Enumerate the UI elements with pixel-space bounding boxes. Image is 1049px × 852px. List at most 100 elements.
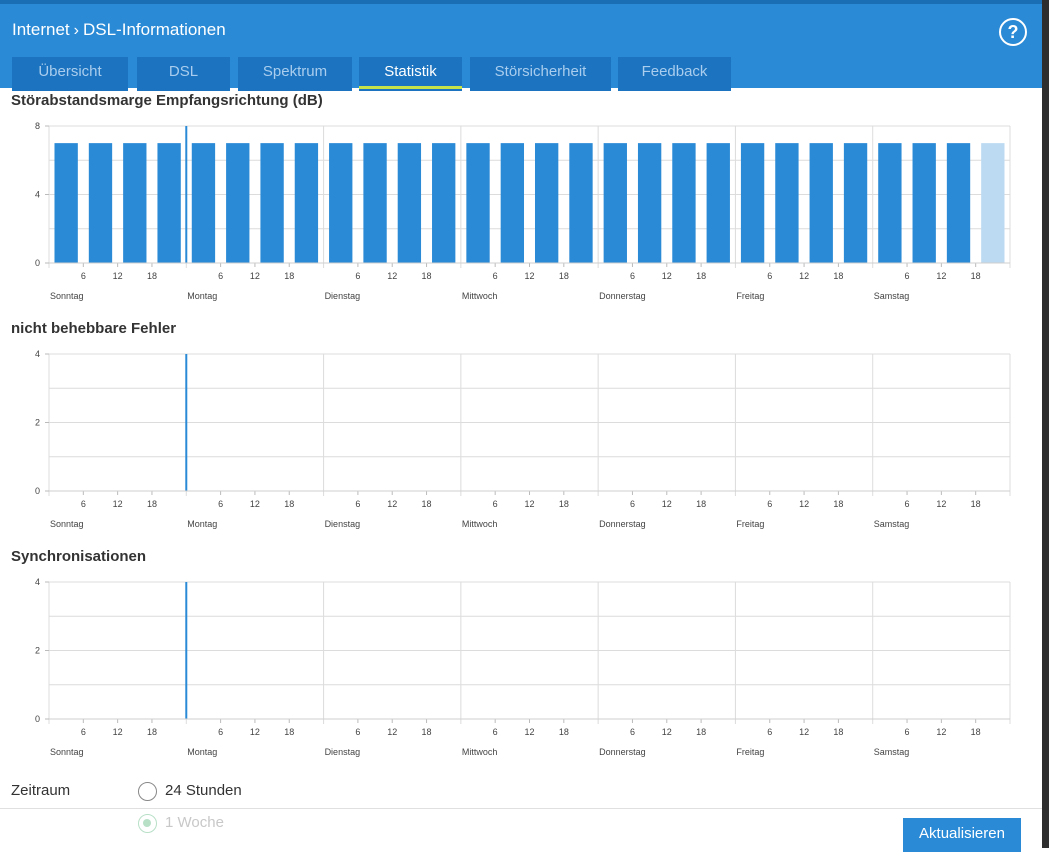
bar [637, 143, 662, 263]
day-label: Samstag [874, 519, 910, 529]
bar [569, 143, 593, 263]
x-tick-label: 18 [147, 499, 157, 509]
day-label: Samstag [874, 291, 910, 301]
bar [500, 143, 525, 263]
bar [878, 143, 902, 263]
x-tick-label: 18 [833, 727, 843, 737]
x-tick-label: 6 [905, 499, 910, 509]
x-tick-label: 6 [630, 499, 635, 509]
x-tick-label: 12 [113, 271, 123, 281]
day-label: Montag [187, 747, 217, 757]
x-tick-label: 18 [971, 271, 981, 281]
x-tick-label: 18 [696, 271, 706, 281]
chevron-right-icon: › [73, 22, 79, 39]
bar [843, 143, 868, 263]
x-tick-label: 18 [147, 271, 157, 281]
x-tick-label: 6 [81, 727, 86, 737]
bar [740, 143, 765, 263]
help-icon[interactable]: ? [999, 18, 1027, 46]
y-tick-label: 2 [35, 646, 40, 656]
tab-uebersicht[interactable]: Übersicht [12, 57, 128, 91]
errors-chart-title: nicht behebbare Fehler [11, 320, 177, 337]
tab-stoersicherheit[interactable]: Störsicherheit [470, 57, 611, 91]
x-tick-label: 6 [767, 499, 772, 509]
sync-chart: 0246 12 18Sonntag6 12 18Montag6 12 18Dienstag6… [35, 577, 1011, 757]
x-tick-label: 12 [662, 727, 672, 737]
day-label: Sonntag [50, 747, 84, 757]
y-tick-label: 0 [35, 258, 40, 268]
x-tick-label: 6 [767, 271, 772, 281]
window-edge [1042, 0, 1049, 848]
x-tick-label: 12 [250, 271, 260, 281]
snr-chart-title: Störabstandsmarge Empfangsrichtung (dB) [11, 92, 323, 109]
bar [397, 143, 422, 263]
x-tick-label: 12 [113, 727, 123, 737]
bar [534, 143, 559, 263]
x-tick-label: 12 [387, 271, 397, 281]
day-label: Donnerstag [599, 291, 646, 301]
aktualisieren-button[interactable]: Aktualisieren [903, 818, 1021, 852]
x-tick-label: 6 [493, 499, 498, 509]
bar [363, 143, 387, 263]
x-tick-label: 6 [218, 271, 223, 281]
day-label: Dienstag [325, 519, 361, 529]
x-tick-label: 18 [696, 499, 706, 509]
radio-1-woche[interactable] [138, 814, 157, 833]
day-label: Mittwoch [462, 747, 498, 757]
x-tick-label: 12 [524, 271, 534, 281]
bar [775, 143, 799, 263]
x-tick-label: 12 [113, 499, 123, 509]
snr-chart: 0486 12 18Sonntag6 12 18Montag6 12 18Dienstag6… [35, 121, 1011, 301]
x-tick-label: 18 [422, 499, 432, 509]
x-tick-label: 6 [630, 727, 635, 737]
x-tick-label: 18 [284, 727, 294, 737]
x-tick-label: 18 [696, 727, 706, 737]
x-tick-label: 12 [936, 271, 946, 281]
x-tick-label: 12 [936, 727, 946, 737]
tab-dsl[interactable]: DSL [137, 57, 230, 91]
bar [123, 143, 147, 263]
bar [294, 143, 319, 263]
day-label: Sonntag [50, 519, 84, 529]
y-tick-label: 4 [35, 349, 40, 359]
breadcrumb-internet[interactable]: Internet [12, 20, 70, 40]
x-tick-label: 12 [662, 271, 672, 281]
radio-24-stunden[interactable] [138, 782, 157, 801]
zeitraum-label: Zeitraum [11, 782, 71, 799]
y-tick-label: 0 [35, 714, 40, 724]
y-tick-label: 8 [35, 121, 40, 131]
bar [706, 143, 730, 263]
sync-chart-title: Synchronisationen [11, 548, 147, 565]
radio-24-stunden-label[interactable]: 24 Stunden [165, 782, 242, 799]
bar [603, 143, 627, 263]
day-label: Freitag [736, 291, 764, 301]
tab-statistik[interactable]: Statistik [359, 57, 462, 91]
radio-1-woche-label[interactable]: 1 Woche [165, 814, 224, 831]
day-label: Freitag [736, 747, 764, 757]
x-tick-label: 6 [81, 271, 86, 281]
x-tick-label: 12 [799, 727, 809, 737]
x-tick-label: 18 [971, 499, 981, 509]
tab-feedback[interactable]: Feedback [618, 57, 731, 91]
x-tick-label: 6 [355, 271, 360, 281]
x-tick-label: 6 [218, 727, 223, 737]
day-label: Montag [187, 519, 217, 529]
x-tick-label: 6 [493, 271, 498, 281]
day-label: Sonntag [50, 291, 84, 301]
x-tick-label: 6 [355, 727, 360, 737]
bar-current [981, 143, 1005, 263]
errors-chart: 0246 12 18Sonntag6 12 18Montag6 12 18Dienstag6… [35, 349, 1011, 529]
day-label: Montag [187, 291, 217, 301]
y-tick-label: 4 [35, 577, 40, 587]
bar [809, 143, 833, 263]
x-tick-label: 6 [493, 727, 498, 737]
app-frame: Internet › DSL-Informationen ? Übersicht D… [0, 0, 1049, 852]
x-tick-label: 6 [630, 271, 635, 281]
x-tick-label: 6 [218, 499, 223, 509]
x-tick-label: 18 [559, 271, 569, 281]
x-tick-label: 6 [355, 499, 360, 509]
bar [226, 143, 250, 263]
x-tick-label: 12 [799, 271, 809, 281]
bar [672, 143, 696, 263]
tab-spektrum[interactable]: Spektrum [238, 57, 352, 91]
